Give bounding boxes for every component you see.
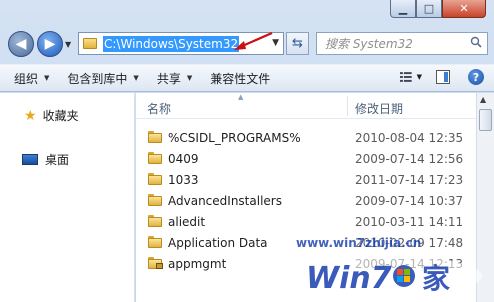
chevron-down-icon: ▼	[416, 73, 422, 81]
refresh-button[interactable]: ⇆	[286, 32, 309, 55]
svg-text:Win7: Win7	[306, 261, 392, 296]
details-view-icon	[400, 72, 412, 82]
view-options-icon[interactable]: ▼	[400, 71, 422, 83]
include-library-label: 包含到库中	[67, 71, 128, 86]
folder-icon	[83, 38, 97, 49]
file-name: Application Data	[168, 235, 268, 250]
search-input[interactable]: 搜索 System32	[316, 32, 488, 55]
folder-icon	[148, 236, 162, 248]
search-placeholder: 搜索 System32	[325, 37, 413, 51]
address-bar[interactable]: C:\Windows\System32 ▼	[78, 32, 284, 55]
file-date: 2009-07-14 12:56	[355, 151, 464, 166]
nav-item-desktop[interactable]: 桌面	[22, 151, 69, 168]
folder-icon	[148, 152, 162, 164]
chevron-down-icon: ▼	[186, 74, 193, 82]
nav-item-favorites[interactable]: ★ 收藏夹	[24, 107, 79, 124]
toolbar-right: ▼ ?	[400, 69, 484, 85]
file-date: 2011-07-14 17:23	[355, 172, 464, 187]
folder-icon	[148, 215, 162, 227]
svg-text:家: 家	[422, 262, 450, 295]
help-icon[interactable]: ?	[468, 69, 484, 85]
maximize-button[interactable]: □	[416, 0, 442, 18]
address-path[interactable]: C:\Windows\System32	[103, 35, 240, 52]
address-dropdown-icon[interactable]: ▼	[272, 38, 279, 48]
locked-folder-icon	[148, 257, 163, 269]
organize-menu[interactable]: 组织 ▼	[14, 70, 49, 87]
caption-buttons: ▁ □ ✕	[390, 0, 486, 18]
watermark-logo: Win7 家	[302, 256, 482, 296]
search-icon[interactable]	[470, 36, 482, 48]
list-item[interactable]: 1033 2011-07-14 17:23	[136, 169, 476, 190]
list-item[interactable]: %CSIDL_PROGRAMS% 2010-08-04 12:35	[136, 127, 476, 148]
list-item[interactable]: 0409 2009-07-14 12:56	[136, 148, 476, 169]
column-header: ▲ 名称 修改日期	[136, 93, 476, 119]
file-name: 0409	[168, 151, 199, 166]
file-name: aliedit	[168, 214, 206, 229]
folder-icon	[148, 173, 162, 185]
recent-pages-dropdown[interactable]: ▼	[65, 40, 71, 49]
include-library-menu[interactable]: 包含到库中 ▼	[67, 70, 138, 87]
scroll-thumb[interactable]	[479, 109, 492, 131]
watermark-url: www.win7zhijia.cn	[296, 236, 422, 250]
navigation-pane: ★ 收藏夹 桌面	[0, 93, 135, 302]
share-label: 共享	[156, 71, 181, 86]
file-name: AdvancedInstallers	[168, 193, 282, 208]
file-name: %CSIDL_PROGRAMS%	[168, 130, 301, 145]
folder-icon	[148, 131, 162, 143]
preview-pane-icon[interactable]	[436, 70, 450, 84]
folder-icon	[148, 194, 162, 206]
desktop-icon	[22, 154, 38, 165]
address-row: ◀ ▶ ▼ C:\Windows\System32 ▼ ⇆ 搜索 System3…	[6, 30, 488, 60]
chevron-down-icon: ▼	[44, 74, 50, 82]
list-item[interactable]: AdvancedInstallers 2009-07-14 10:37	[136, 190, 476, 211]
forward-button[interactable]: ▶	[37, 31, 63, 57]
organize-label: 组织	[14, 71, 39, 86]
minimize-button[interactable]: ▁	[390, 0, 416, 18]
sort-indicator-icon: ▲	[238, 93, 244, 101]
file-date: 2009-07-14 10:37	[355, 193, 464, 208]
compatibility-files-button[interactable]: 兼容性文件	[210, 70, 270, 87]
column-header-date[interactable]: 修改日期	[355, 100, 403, 117]
column-header-name[interactable]: 名称	[147, 100, 171, 117]
command-bar: 组织 ▼ 包含到库中 ▼ 共享 ▼ 兼容性文件 ▼ ?	[0, 64, 494, 92]
list-item[interactable]: aliedit 2010-03-11 14:11	[136, 211, 476, 232]
close-button[interactable]: ✕	[442, 0, 486, 18]
explorer-window: ▁ □ ✕ ◀ ▶ ▼ C:\Windows\System32 ▼ ⇆ 搜索 S…	[0, 0, 494, 302]
file-name: appmgmt	[168, 256, 227, 271]
favorites-label: 收藏夹	[42, 109, 79, 123]
chevron-down-icon: ▼	[133, 74, 139, 82]
file-date: 2010-08-04 12:35	[355, 130, 464, 145]
column-divider[interactable]	[347, 96, 348, 116]
compatibility-files-label: 兼容性文件	[210, 71, 271, 86]
desktop-label: 桌面	[45, 153, 70, 167]
star-icon: ★	[24, 107, 37, 124]
back-button[interactable]: ◀	[8, 31, 34, 57]
scroll-up-icon[interactable]: ▲	[480, 95, 486, 104]
share-menu[interactable]: 共享 ▼	[157, 70, 192, 87]
file-name: 1033	[168, 172, 199, 187]
file-date: 2010-03-11 14:11	[355, 214, 464, 229]
